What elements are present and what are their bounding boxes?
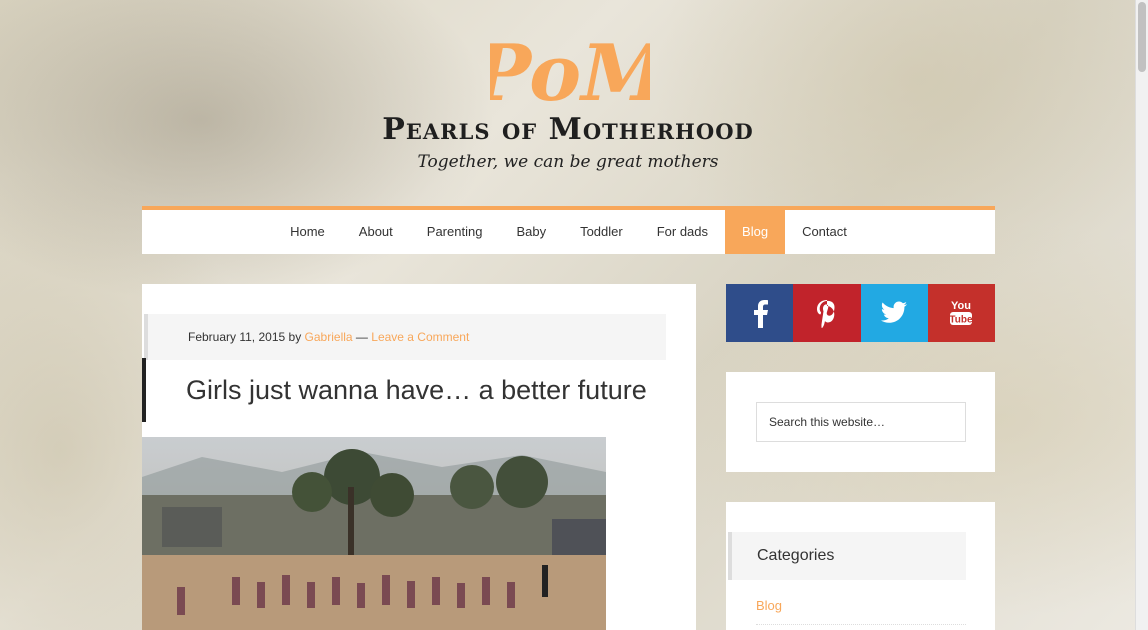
category-link-blog[interactable]: Blog [756,598,782,613]
svg-text:You: You [951,300,971,312]
post-image[interactable] [142,437,606,630]
youtube-button[interactable]: You Tube [927,284,995,342]
twitter-icon [880,301,908,323]
scrollbar[interactable] [1135,0,1148,630]
logo-text: PoM [490,28,650,113]
pinterest-icon [816,300,835,328]
meta-separator: — [355,330,368,344]
scrollbar-thumb[interactable] [1138,2,1146,72]
post-content: February 11, 2015 by Gabriella — Leave a… [142,284,696,630]
category-divider [756,624,966,625]
post-title[interactable]: Girls just wanna have… a better future [142,358,696,422]
nav-item-home[interactable]: Home [273,210,342,254]
post-meta: February 11, 2015 by Gabriella — Leave a… [144,314,666,360]
nav-item-for-dads[interactable]: For dads [640,210,725,254]
post-author-link[interactable]: Gabriella [305,330,353,344]
twitter-button[interactable] [860,284,928,342]
main-nav: Home About Parenting Baby Toddler For da… [142,206,995,254]
site-tagline: Together, we can be great mothers [417,152,719,172]
site-title[interactable]: Pearls of Motherhood [0,112,1136,147]
social-bar: You Tube [726,284,995,342]
nav-item-about[interactable]: About [342,210,410,254]
post-date: February 11, 2015 [188,330,286,344]
svg-text:Tube: Tube [950,315,974,326]
nav-item-toddler[interactable]: Toddler [563,210,640,254]
categories-widget: Categories Blog [726,502,995,630]
pinterest-button[interactable] [793,284,861,342]
search-widget [726,372,995,472]
nav-item-parenting[interactable]: Parenting [410,210,500,254]
facebook-button[interactable] [726,284,794,342]
post-by: by [288,330,302,344]
youtube-icon: You Tube [950,300,974,326]
nav-item-blog[interactable]: Blog [725,210,786,254]
nav-item-baby[interactable]: Baby [499,210,563,254]
nav-item-contact[interactable]: Contact [785,210,864,254]
facebook-icon [753,300,768,328]
search-input[interactable] [756,402,966,442]
leave-comment-link[interactable]: Leave a Comment [371,330,469,344]
site-logo[interactable]: PoM [490,28,650,113]
categories-title: Categories [728,532,966,580]
